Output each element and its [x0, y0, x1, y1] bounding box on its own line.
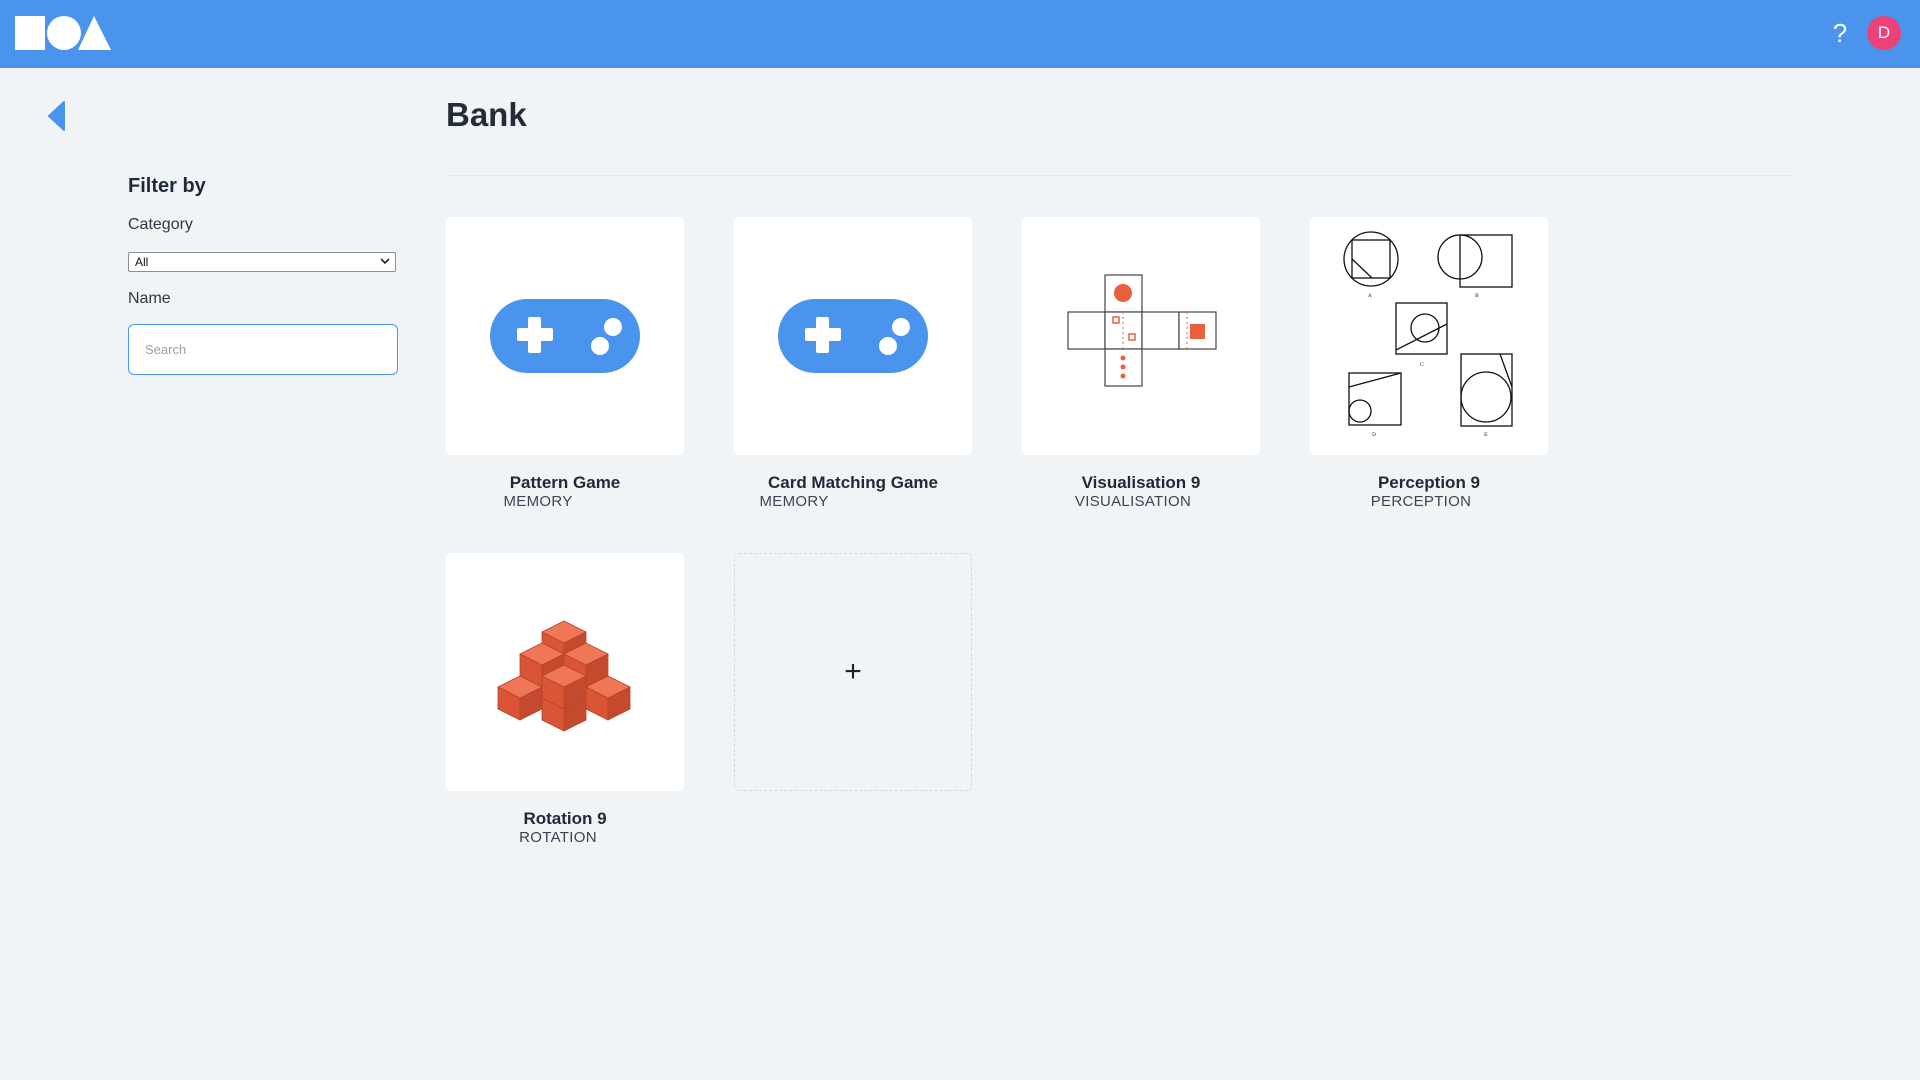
game-card-visualisation[interactable]	[1022, 217, 1260, 455]
shapes-figure-icon: A B C D E	[1343, 231, 1513, 438]
svg-text:A: A	[1367, 293, 1372, 299]
gamepad-icon	[778, 299, 928, 373]
game-card-perception[interactable]: A B C D E	[1310, 217, 1548, 455]
card-title: Visualisation 9	[1081, 473, 1201, 492]
card-category: ROTATION	[519, 829, 597, 846]
add-game-button[interactable]: +	[734, 553, 972, 791]
top-bar: ? D	[0, 0, 1920, 68]
category-select[interactable]: All	[128, 252, 396, 272]
search-input[interactable]	[128, 324, 398, 375]
help-icon[interactable]: ?	[1826, 17, 1854, 49]
gamepad-icon	[490, 299, 640, 373]
category-label: Category	[128, 216, 193, 233]
card-title: Card Matching Game	[767, 473, 939, 492]
page-title: Bank	[446, 96, 527, 133]
name-label: Name	[128, 290, 171, 307]
card-title: Rotation 9	[523, 809, 607, 828]
card-category: VISUALISATION	[1074, 493, 1192, 510]
card-title: Pattern Game	[509, 473, 621, 492]
block-stack-icon	[497, 620, 631, 732]
shapes-logo[interactable]	[15, 16, 111, 50]
filter-title: Filter by	[128, 175, 206, 197]
cube-net-icon	[1067, 274, 1217, 387]
card-category: MEMORY	[759, 493, 829, 510]
svg-text:C: C	[1420, 362, 1424, 368]
card-category: MEMORY	[503, 493, 573, 510]
card-title: Perception 9	[1377, 473, 1481, 492]
game-card-rotation[interactable]	[446, 553, 684, 791]
game-card-card-matching[interactable]	[734, 217, 972, 455]
divider	[446, 175, 1792, 176]
svg-text:E: E	[1484, 432, 1488, 438]
category-select-value: All	[135, 255, 149, 269]
chevron-down-icon	[380, 258, 390, 265]
plus-icon: +	[844, 655, 862, 688]
avatar[interactable]: D	[1867, 16, 1901, 50]
card-category: PERCEPTION	[1370, 493, 1472, 510]
svg-text:D: D	[1372, 432, 1376, 438]
svg-text:B: B	[1475, 293, 1479, 299]
back-button[interactable]	[46, 101, 68, 131]
game-card-pattern[interactable]	[446, 217, 684, 455]
